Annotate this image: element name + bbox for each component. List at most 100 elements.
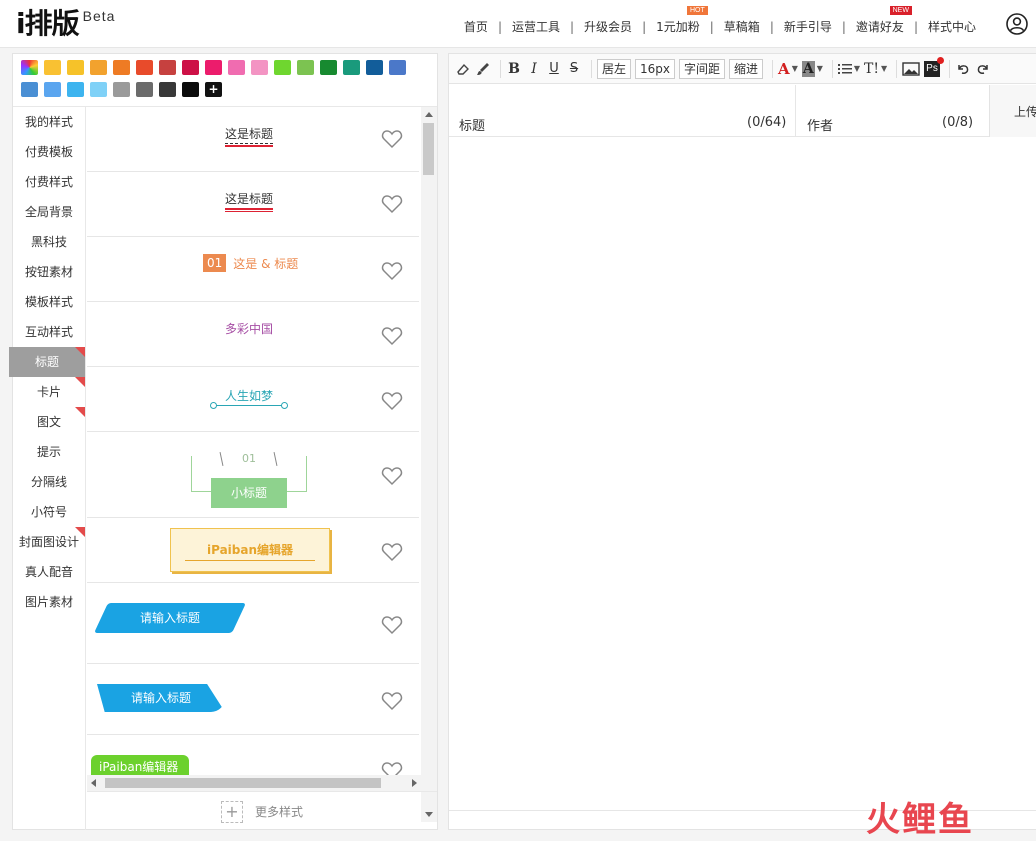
style-item[interactable]: 人生如梦	[87, 367, 419, 432]
upload-cover-button[interactable]: 上传	[989, 85, 1036, 137]
redo-icon[interactable]	[975, 59, 991, 79]
favorite-heart-icon[interactable]	[381, 542, 403, 562]
color-swatch[interactable]	[159, 82, 176, 97]
style-item[interactable]: 多彩中国	[87, 302, 419, 367]
author-input[interactable]: 作者 (0/8)	[796, 85, 989, 137]
scroll-left-icon[interactable]	[91, 779, 96, 787]
category-item[interactable]: 图文	[13, 407, 85, 437]
style-item[interactable]: 请输入标题	[87, 664, 419, 735]
image-icon[interactable]	[902, 59, 920, 79]
favorite-heart-icon[interactable]	[381, 615, 403, 635]
list-button[interactable]: ▼	[837, 59, 860, 79]
color-swatch[interactable]	[182, 60, 199, 75]
format-brush-icon[interactable]	[475, 59, 491, 79]
color-swatch[interactable]	[21, 82, 38, 97]
category-item[interactable]: 小符号	[13, 497, 85, 527]
color-swatch[interactable]	[44, 82, 61, 97]
strikethrough-button[interactable]: S	[566, 59, 582, 79]
color-swatch[interactable]	[113, 60, 130, 75]
color-swatch[interactable]	[113, 82, 130, 97]
color-swatch[interactable]	[136, 60, 153, 75]
italic-button[interactable]: I	[526, 59, 542, 79]
nav-item[interactable]: 1元加粉 HOT	[646, 6, 710, 35]
category-item[interactable]: 分隔线	[13, 467, 85, 497]
letter-spacing-button[interactable]: 字间距	[679, 58, 726, 79]
color-swatch[interactable]	[67, 60, 84, 75]
category-item[interactable]: 付费样式	[13, 167, 85, 197]
font-color-button[interactable]: A ▼	[778, 59, 798, 79]
category-item[interactable]: 模板样式	[13, 287, 85, 317]
color-swatch[interactable]	[389, 60, 406, 75]
category-item[interactable]: 标题	[9, 347, 85, 377]
color-swatch[interactable]	[343, 60, 360, 75]
underline-button[interactable]: U	[546, 59, 562, 79]
nav-item[interactable]: 升级会员	[574, 18, 642, 35]
color-picker-swatch[interactable]	[21, 60, 38, 75]
category-item[interactable]: 提示	[13, 437, 85, 467]
favorite-heart-icon[interactable]	[381, 691, 403, 711]
style-item[interactable]: 01 小标题	[87, 432, 419, 518]
color-swatch[interactable]	[274, 60, 291, 75]
favorite-heart-icon[interactable]	[381, 466, 403, 486]
color-swatch[interactable]	[366, 60, 383, 75]
nav-item[interactable]: 样式中心	[918, 18, 986, 35]
style-list-horizontal-scrollbar[interactable]	[87, 775, 421, 791]
color-swatch[interactable]	[320, 60, 337, 75]
align-button[interactable]: 居左	[597, 58, 632, 79]
scroll-right-icon[interactable]	[412, 779, 417, 787]
user-account-icon[interactable]	[1006, 13, 1028, 35]
color-swatch[interactable]	[205, 60, 222, 75]
style-list-vertical-scrollbar[interactable]	[421, 107, 437, 822]
color-swatch[interactable]	[90, 82, 107, 97]
app-logo[interactable]: i排版 Beta	[16, 6, 115, 42]
favorite-heart-icon[interactable]	[381, 261, 403, 281]
category-item[interactable]: 按钮素材	[13, 257, 85, 287]
background-color-button[interactable]: A ▼	[801, 59, 823, 79]
style-item[interactable]: iPaiban编辑器	[87, 518, 419, 583]
style-item[interactable]: 请输入标题	[87, 583, 419, 664]
font-size-button[interactable]: 16px	[635, 58, 676, 79]
color-swatch[interactable]	[44, 60, 61, 75]
nav-item[interactable]: 运营工具	[502, 18, 570, 35]
bold-button[interactable]: B	[506, 59, 522, 79]
color-swatch[interactable]	[90, 60, 107, 75]
category-item[interactable]: 黑科技	[13, 227, 85, 257]
favorite-heart-icon[interactable]	[381, 194, 403, 214]
category-item[interactable]: 互动样式	[13, 317, 85, 347]
photoshop-button[interactable]: Ps	[924, 56, 944, 77]
more-styles-button[interactable]: + 更多样式	[87, 791, 437, 831]
category-item[interactable]: 卡片	[13, 377, 85, 407]
color-swatch[interactable]	[136, 82, 153, 97]
eraser-icon[interactable]	[455, 59, 471, 79]
nav-item[interactable]: 邀请好友 NEW	[846, 6, 914, 35]
nav-item[interactable]: 新手引导	[774, 18, 842, 35]
add-color-button[interactable]: +	[205, 82, 222, 97]
color-swatch[interactable]	[182, 82, 199, 97]
nav-item[interactable]: 首页	[454, 18, 498, 35]
category-item[interactable]: 真人配音	[13, 557, 85, 587]
style-item[interactable]: 01 这是 & 标题	[87, 237, 419, 302]
favorite-heart-icon[interactable]	[381, 326, 403, 346]
category-item[interactable]: 图片素材	[13, 587, 85, 617]
color-swatch[interactable]	[67, 82, 84, 97]
undo-icon[interactable]	[955, 59, 971, 79]
style-item[interactable]: 这是标题	[87, 172, 419, 237]
nav-item[interactable]: 草稿箱	[714, 18, 770, 35]
category-item[interactable]: 我的样式	[13, 107, 85, 137]
category-item[interactable]: 全局背景	[13, 197, 85, 227]
favorite-heart-icon[interactable]	[381, 391, 403, 411]
scroll-thumb[interactable]	[423, 123, 434, 175]
color-swatch[interactable]	[159, 60, 176, 75]
category-item[interactable]: 封面图设计	[13, 527, 85, 557]
color-swatch[interactable]	[228, 60, 245, 75]
category-item[interactable]: 付费模板	[13, 137, 85, 167]
style-item[interactable]: 这是标题	[87, 107, 419, 172]
text-style-button[interactable]: T! ▼	[864, 59, 887, 79]
color-swatch[interactable]	[251, 60, 268, 75]
indent-button[interactable]: 缩进	[729, 58, 764, 79]
scroll-thumb[interactable]	[105, 778, 381, 788]
color-swatch[interactable]	[297, 60, 314, 75]
scroll-up-icon[interactable]	[425, 112, 433, 117]
editor-content-area[interactable]	[449, 138, 1036, 810]
favorite-heart-icon[interactable]	[381, 129, 403, 149]
